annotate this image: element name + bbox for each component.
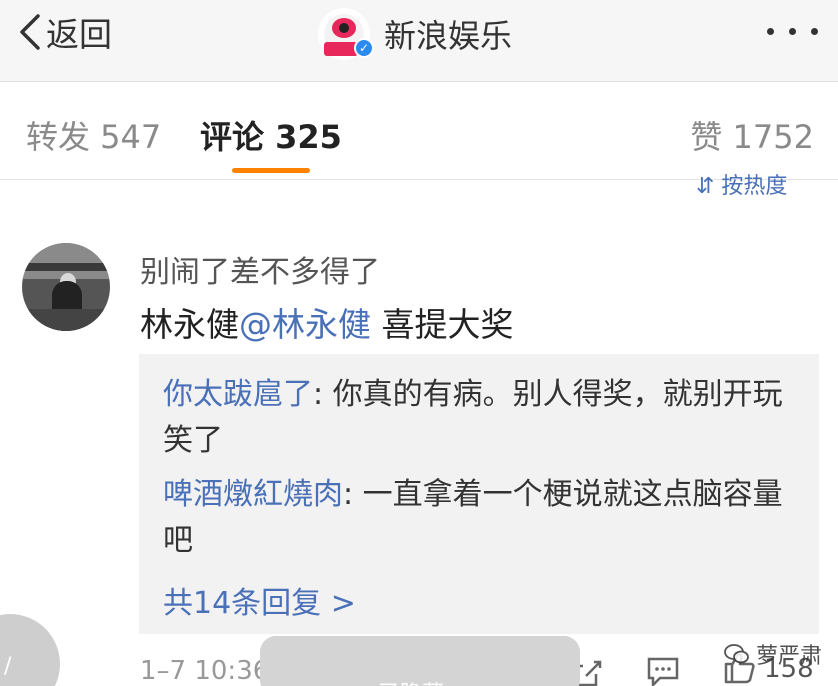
watermark: 萝严肃 <box>724 638 822 670</box>
reply-item: 你太跋扈了: 你真的有病。别人得奖，就别开玩笑了 <box>163 372 793 464</box>
pill-label: 已隐藏 <box>378 676 444 686</box>
active-tab-indicator <box>232 168 310 173</box>
back-button[interactable]: 返回 <box>16 12 112 54</box>
reply-user[interactable]: 啤酒燉紅燒肉 <box>163 477 343 512</box>
tab-comment[interactable]: 评论 325 <box>200 112 342 158</box>
slash-icon: / <box>4 654 12 679</box>
account-avatar[interactable]: ✓ <box>318 8 374 60</box>
bottom-popup-pill[interactable]: 已隐藏 <box>260 636 580 686</box>
reply-item: 啤酒燉紅燒肉: 一直拿着一个梗说就这点脑容量吧 <box>163 472 793 564</box>
comment-icon[interactable] <box>646 656 680 686</box>
wechat-icon <box>724 644 749 664</box>
page-title: 新浪娱乐 <box>384 17 513 55</box>
back-label: 返回 <box>46 15 112 54</box>
view-all-replies-link[interactable]: 共14条回复 > <box>163 578 356 622</box>
replies-box[interactable]: 你太跋扈了: 你真的有病。别人得奖，就别开玩笑了 啤酒燉紅燒肉: 一直拿着一个梗… <box>139 354 819 634</box>
floating-action-button[interactable]: / <box>0 614 60 686</box>
chevron-left-icon <box>16 12 42 52</box>
account-header[interactable]: ✓ 新浪娱乐 <box>318 8 512 60</box>
brand-logo-icon <box>332 18 356 38</box>
comment-time: 1–7 10:36 <box>140 656 270 686</box>
more-dots-icon <box>767 28 774 35</box>
verified-badge-icon: ✓ <box>354 38 374 58</box>
top-nav-bar: 返回 ✓ 新浪娱乐 <box>0 0 838 82</box>
tab-bar: 转发 547 评论 325 赞 1752 <box>0 82 838 180</box>
reply-user[interactable]: 你太跋扈了 <box>163 377 313 412</box>
sort-by-hot-button[interactable]: ⇵ 按热度 <box>696 168 787 200</box>
commenter-avatar[interactable] <box>22 243 110 331</box>
commenter-name[interactable]: 别闹了差不多得了 <box>140 247 380 291</box>
tab-like[interactable]: 赞 1752 <box>690 112 814 158</box>
tab-repost[interactable]: 转发 547 <box>26 112 161 158</box>
more-button[interactable] <box>763 20 823 44</box>
mention-link[interactable]: @林永健 <box>239 305 371 344</box>
comment-text: 林永健@林永健 喜提大奖 <box>140 305 514 344</box>
